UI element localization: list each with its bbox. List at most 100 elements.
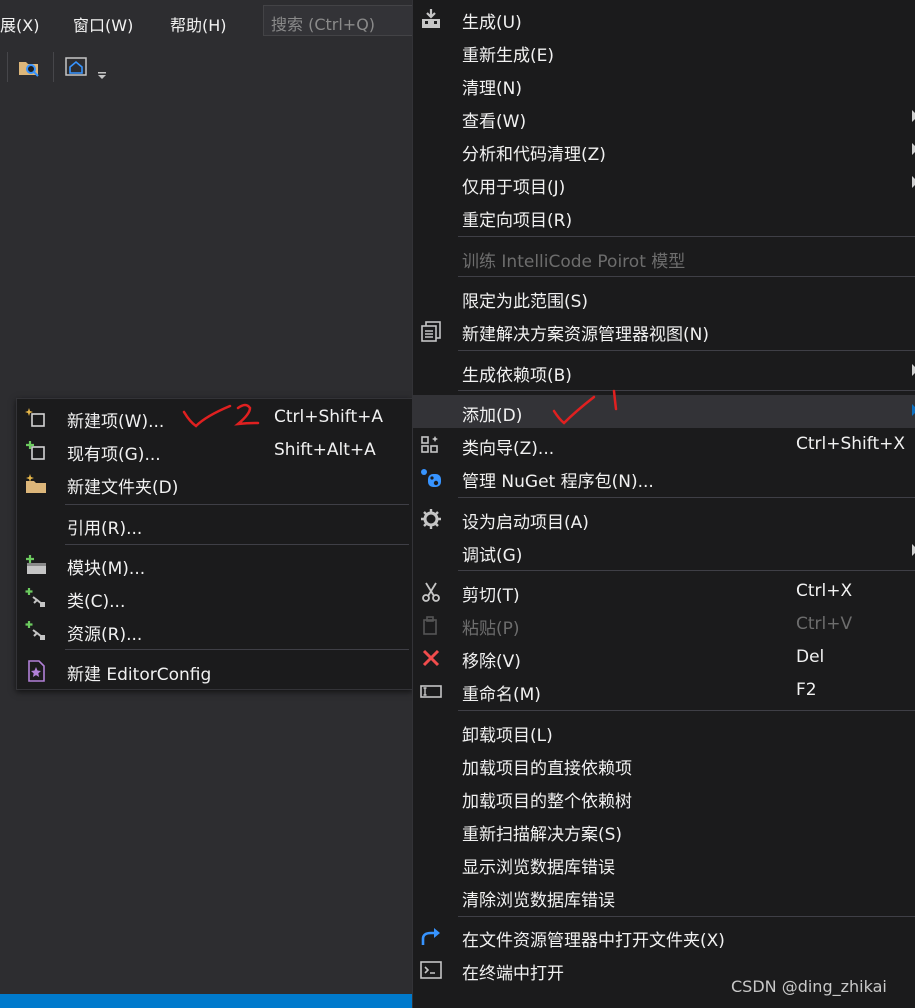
terminal-icon: [420, 961, 442, 979]
menu-item-cut[interactable]: 剪切(T) Ctrl+X: [413, 575, 915, 608]
cut-icon: [422, 582, 440, 602]
menu-item-label: 重新扫描解决方案(S): [462, 825, 623, 845]
menu-item-label: 设为启动项目(A): [462, 513, 589, 533]
menu-item-rebuild[interactable]: 重新生成(E): [413, 35, 915, 68]
class-icon: [25, 588, 45, 607]
submenu-item-label: 模块(M)...: [67, 559, 146, 579]
menu-item-remove[interactable]: 移除(V) Del: [413, 641, 915, 674]
submenu-item-label: 现有项(G)...: [67, 445, 161, 465]
menu-separator: [65, 504, 409, 505]
submenu-item-editorconfig[interactable]: 新建 EditorConfig: [17, 654, 412, 687]
menu-item-label: 管理 NuGet 程序包(N)...: [462, 472, 654, 492]
menu-item-label: 限定为此范围(S): [462, 292, 589, 312]
menu-item-label: 加载项目的直接依赖项: [462, 759, 632, 779]
menu-item-clean[interactable]: 清理(N): [413, 68, 915, 101]
menu-item-analyze[interactable]: 分析和代码清理(Z): [413, 134, 915, 167]
menu-item-build[interactable]: 生成(U): [413, 2, 915, 35]
build-icon: [422, 9, 440, 28]
menu-extensions[interactable]: 展(X): [0, 12, 39, 36]
menu-item-unload[interactable]: 卸载项目(L): [413, 715, 915, 748]
menu-item-nuget[interactable]: 管理 NuGet 程序包(N)...: [413, 461, 915, 494]
menu-item-project-only[interactable]: 仅用于项目(J): [413, 167, 915, 200]
menu-item-build-dependencies[interactable]: 生成依赖项(B): [413, 355, 915, 388]
dropdown-icon[interactable]: [96, 70, 108, 82]
submenu-item-label: 新建文件夹(D): [67, 478, 179, 498]
menu-item-scope[interactable]: 限定为此范围(S): [413, 281, 915, 314]
editorconfig-icon: [28, 660, 45, 682]
menu-item-label: 类向导(Z)...: [462, 439, 555, 459]
gear-icon: [421, 509, 441, 529]
menu-item-label: 重定向项目(R): [462, 211, 573, 231]
new-item-icon: [25, 408, 45, 427]
resource-icon: [25, 621, 45, 640]
paste-icon: [423, 616, 437, 635]
menu-item-label: 重命名(M): [462, 685, 541, 705]
menu-item-retarget[interactable]: 重定向项目(R): [413, 200, 915, 233]
menu-item-debug[interactable]: 调试(G): [413, 535, 915, 568]
folder-search-icon[interactable]: [18, 56, 40, 78]
menu-item-shortcut: F2: [796, 680, 817, 700]
existing-item-icon: [26, 441, 45, 460]
menu-item-label: 生成依赖项(B): [462, 366, 572, 386]
menu-bar: 展(X) 窗口(W) 帮助(H) 搜索 (Ctrl+Q): [0, 0, 413, 42]
submenu-item-new-folder[interactable]: 新建文件夹(D): [17, 467, 412, 500]
menu-item-label: 查看(W): [462, 112, 527, 132]
submenu-item-existing-item[interactable]: 现有项(G)... Shift+Alt+A: [17, 434, 412, 467]
menu-item-shortcut: Ctrl+X: [796, 581, 853, 601]
menu-item-label: 移除(V): [462, 652, 521, 672]
submenu-item-reference[interactable]: 引用(R)...: [17, 508, 412, 541]
nuget-icon: [421, 469, 441, 487]
menu-separator: [458, 497, 915, 498]
menu-separator: [458, 276, 915, 277]
menu-item-label: 分析和代码清理(Z): [462, 145, 606, 165]
watermark: CSDN @ding_zhikai: [731, 977, 887, 996]
menu-separator: [458, 236, 915, 237]
menu-item-label: 添加(D): [462, 406, 523, 426]
menu-item-rescan[interactable]: 重新扫描解决方案(S): [413, 814, 915, 847]
menu-item-class-wizard[interactable]: 类向导(Z)... Ctrl+Shift+X: [413, 428, 915, 461]
menu-item-clear-browse-errors[interactable]: 清除浏览数据库错误: [413, 880, 915, 913]
menu-item-new-view[interactable]: 新建解决方案资源管理器视图(N): [413, 314, 915, 347]
submenu-item-resource[interactable]: 资源(R)...: [17, 614, 412, 647]
menu-item-load-dep-tree[interactable]: 加载项目的整个依赖树: [413, 781, 915, 814]
menu-separator: [458, 710, 915, 711]
menu-item-label: 显示浏览数据库错误: [462, 858, 615, 878]
menu-item-label: 重新生成(E): [462, 46, 555, 66]
menu-item-label: 调试(G): [462, 546, 523, 566]
menu-separator: [458, 350, 915, 351]
menu-item-rename[interactable]: 重命名(M) F2: [413, 674, 915, 707]
submenu-item-module[interactable]: 模块(M)...: [17, 548, 412, 581]
search-input[interactable]: 搜索 (Ctrl+Q): [263, 5, 413, 36]
menu-item-label: 仅用于项目(J): [462, 178, 566, 198]
menu-item-label: 生成(U): [462, 13, 522, 33]
home-icon[interactable]: [65, 56, 87, 78]
menu-item-load-direct-deps[interactable]: 加载项目的直接依赖项: [413, 748, 915, 781]
class-wizard-icon: [421, 436, 438, 453]
menu-item-label: 在终端中打开: [462, 964, 564, 984]
menu-separator: [65, 649, 409, 650]
menu-item-add[interactable]: 添加(D): [413, 395, 915, 428]
menu-item-shortcut: Del: [796, 647, 825, 667]
menu-item-label: 新建解决方案资源管理器视图(N): [462, 325, 709, 345]
new-folder-icon: [26, 474, 46, 493]
menu-item-open-in-explorer[interactable]: 在文件资源管理器中打开文件夹(X): [413, 920, 915, 953]
search-placeholder: 搜索 (Ctrl+Q): [271, 15, 376, 34]
menu-item-paste: 粘贴(P) Ctrl+V: [413, 608, 915, 641]
menu-window[interactable]: 窗口(W): [73, 12, 133, 36]
menu-item-train-intellicode: 训练 IntelliCode Poirot 模型: [413, 241, 915, 274]
menu-separator: [458, 916, 915, 917]
project-context-menu: 生成(U) 重新生成(E) 清理(N) 查看(W) 分析和代码清理(Z) 仅用于…: [412, 0, 915, 1008]
submenu-item-new-item[interactable]: 新建项(W)... Ctrl+Shift+A: [17, 401, 412, 434]
submenu-item-label: 新建 EditorConfig: [67, 665, 212, 685]
menu-item-set-startup[interactable]: 设为启动项目(A): [413, 502, 915, 535]
menu-help[interactable]: 帮助(H): [170, 12, 227, 36]
menu-item-shortcut: Ctrl+V: [796, 614, 853, 634]
menu-item-show-browse-errors[interactable]: 显示浏览数据库错误: [413, 847, 915, 880]
submenu-item-label: 引用(R)...: [67, 519, 143, 539]
menu-item-view[interactable]: 查看(W): [413, 101, 915, 134]
submenu-item-class[interactable]: 类(C)...: [17, 581, 412, 614]
menu-item-label: 训练 IntelliCode Poirot 模型: [462, 252, 686, 272]
new-view-icon: [421, 321, 441, 342]
submenu-item-shortcut: Shift+Alt+A: [274, 440, 376, 460]
menu-item-label: 清除浏览数据库错误: [462, 891, 615, 911]
